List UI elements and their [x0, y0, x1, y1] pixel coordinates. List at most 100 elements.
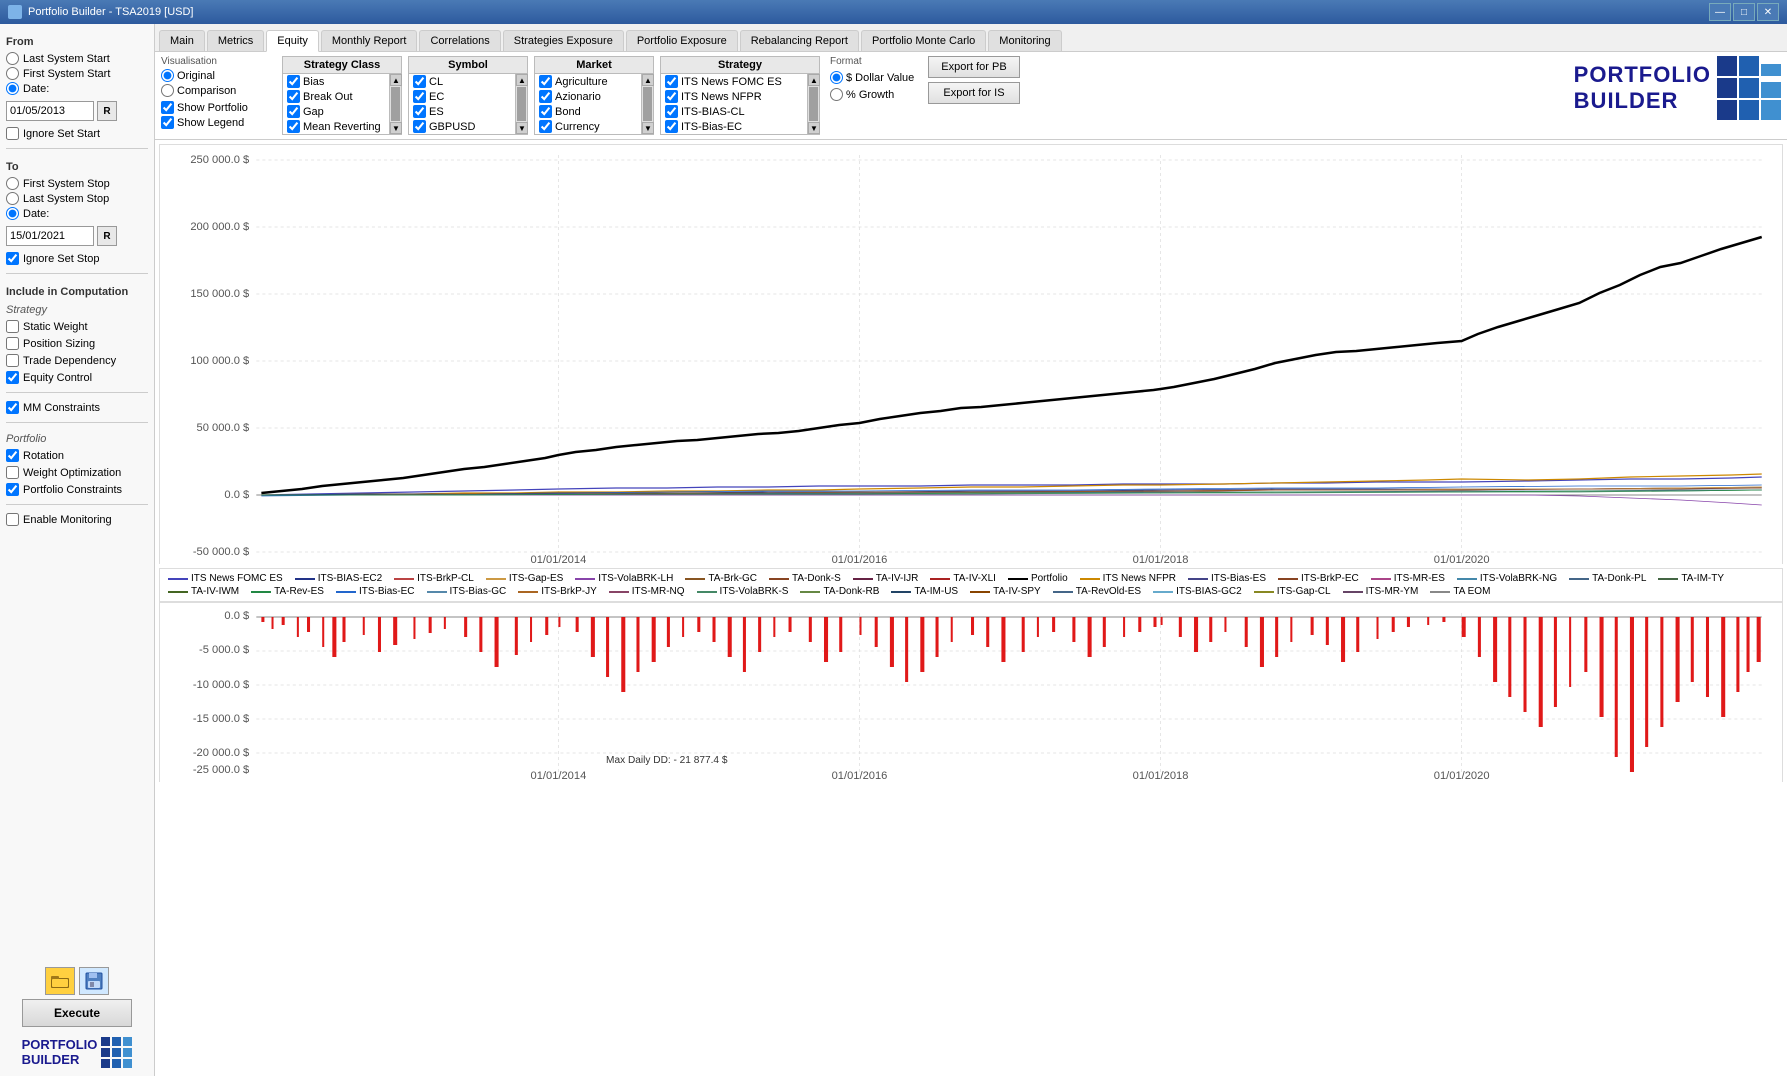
logo-small: PORTFOLIO BUILDER	[22, 1037, 133, 1068]
legend-line-its-brkp-cl	[394, 578, 414, 580]
tab-strategies-exposure[interactable]: Strategies Exposure	[503, 30, 624, 51]
strategy-class-scroll-up[interactable]: ▲	[390, 74, 402, 86]
strategy-class-scroll-thumb[interactable]	[391, 87, 400, 121]
svg-text:-50 000.0 $: -50 000.0 $	[193, 546, 249, 558]
position-sizing-check[interactable]: Position Sizing	[6, 337, 148, 350]
tab-equity[interactable]: Equity	[266, 30, 319, 52]
symbol-scroll-up[interactable]: ▲	[516, 74, 528, 86]
svg-text:100 000.0 $: 100 000.0 $	[190, 355, 249, 367]
show-legend-check[interactable]: Show Legend	[161, 116, 276, 129]
legend-its-news-nfpr: ITS News NFPR	[1080, 573, 1176, 584]
show-portfolio-check[interactable]: Show Portfolio	[161, 101, 276, 114]
format-growth-radio[interactable]: % Growth	[830, 88, 914, 101]
market-azionario[interactable]: Azionario	[535, 89, 641, 104]
strategy-its-news-nfpr[interactable]: ITS News NFPR	[661, 89, 807, 104]
symbol-cl[interactable]: CL	[409, 74, 515, 89]
to-date-reset-button[interactable]: R	[97, 226, 117, 246]
vis-original-radio[interactable]: Original	[161, 69, 276, 82]
from-date-row: R	[6, 101, 148, 121]
from-date-reset-button[interactable]: R	[97, 101, 117, 121]
legend-line-its-news-nfpr	[1080, 578, 1100, 580]
legend-line-ta-iv-iwm	[168, 591, 188, 593]
market-currency[interactable]: Currency	[535, 119, 641, 134]
export-pb-button[interactable]: Export for PB	[928, 56, 1019, 78]
tab-correlations[interactable]: Correlations	[419, 30, 500, 51]
strategy-its-bias-ec[interactable]: ITS-Bias-EC	[661, 119, 807, 134]
strategy-class-mean-reverting[interactable]: Mean Reverting	[283, 119, 389, 134]
weight-optimization-check[interactable]: Weight Optimization	[6, 466, 148, 479]
tab-portfolio-monte-carlo[interactable]: Portfolio Monte Carlo	[861, 30, 986, 51]
legend-its-mr-es: ITS-MR-ES	[1371, 573, 1445, 584]
max-dd-label: Max Daily DD: - 21 877.4 $	[606, 755, 728, 766]
save-button[interactable]	[79, 967, 109, 995]
from-last-system-start[interactable]: Last System Start	[6, 52, 148, 65]
portfolio-constraints-check[interactable]: Portfolio Constraints	[6, 483, 148, 496]
market-scroll-down[interactable]: ▼	[642, 122, 654, 134]
trade-dependency-check[interactable]: Trade Dependency	[6, 354, 148, 367]
svg-text:01/01/2016: 01/01/2016	[832, 770, 888, 782]
market-scroll-thumb[interactable]	[643, 87, 652, 121]
svg-text:-15 000.0 $: -15 000.0 $	[193, 713, 249, 725]
strategy-its-news-fomc-es[interactable]: ITS News FOMC ES	[661, 74, 807, 89]
minimize-button[interactable]: —	[1709, 3, 1731, 21]
market-agriculture[interactable]: Agriculture	[535, 74, 641, 89]
symbol-ec[interactable]: EC	[409, 89, 515, 104]
legend-ta-brk-gc: TA-Brk-GC	[685, 573, 757, 584]
strategy-scroll-thumb[interactable]	[809, 87, 818, 121]
folder-button[interactable]	[45, 967, 75, 995]
to-date-radio[interactable]: Date:	[6, 207, 148, 220]
legend-its-mr-ym: ITS-MR-YM	[1343, 586, 1419, 597]
execute-button[interactable]: Execute	[22, 999, 132, 1027]
rotation-check[interactable]: Rotation	[6, 449, 148, 462]
strategy-class-breakout[interactable]: Break Out	[283, 89, 389, 104]
legend-line-ta-donk-rb	[800, 591, 820, 593]
legend-line-ta-donk-pl	[1569, 578, 1589, 580]
tab-monitoring[interactable]: Monitoring	[988, 30, 1061, 51]
legend-its-gap-cl: ITS-Gap-CL	[1254, 586, 1331, 597]
legend-line-its-bias-gc	[427, 591, 447, 593]
symbol-gbpusd[interactable]: GBPUSD	[409, 119, 515, 134]
strategy-its-bias-cl[interactable]: ITS-BIAS-CL	[661, 104, 807, 119]
static-weight-check[interactable]: Static Weight	[6, 320, 148, 333]
close-button[interactable]: ✕	[1757, 3, 1779, 21]
vis-comparison-radio[interactable]: Comparison	[161, 84, 276, 97]
mm-constraints-check[interactable]: MM Constraints	[6, 401, 148, 414]
market-bond[interactable]: Bond	[535, 104, 641, 119]
strategy-scroll-down[interactable]: ▼	[808, 122, 820, 134]
symbol-es[interactable]: ES	[409, 104, 515, 119]
tab-metrics[interactable]: Metrics	[207, 30, 264, 51]
tab-main[interactable]: Main	[159, 30, 205, 51]
ignore-set-start-check[interactable]: Ignore Set Start	[6, 127, 148, 140]
legend-line-its-volabr-ng	[1457, 578, 1477, 580]
market-scroll-up[interactable]: ▲	[642, 74, 654, 86]
logo-line2: BUILDER	[1574, 88, 1711, 114]
from-date-radio[interactable]: Date:	[6, 82, 148, 95]
tab-rebalancing-report[interactable]: Rebalancing Report	[740, 30, 859, 51]
equity-control-check[interactable]: Equity Control	[6, 371, 148, 384]
svg-text:-5 000.0 $: -5 000.0 $	[199, 644, 249, 656]
strategy-class-gap[interactable]: Gap	[283, 104, 389, 119]
to-date-input[interactable]	[6, 226, 94, 246]
legend-line-its-gap-cl	[1254, 591, 1274, 593]
svg-text:0.0 $: 0.0 $	[224, 610, 249, 622]
ignore-set-stop-check[interactable]: Ignore Set Stop	[6, 252, 148, 265]
maximize-button[interactable]: □	[1733, 3, 1755, 21]
market-list: Agriculture Azionario Bond Currency	[535, 74, 641, 134]
to-last-system-stop[interactable]: Last System Stop	[6, 192, 148, 205]
right-panel: Main Metrics Equity Monthly Report Corre…	[155, 24, 1787, 1076]
export-is-button[interactable]: Export for IS	[928, 82, 1019, 104]
tab-portfolio-exposure[interactable]: Portfolio Exposure	[626, 30, 738, 51]
app-icon	[8, 5, 22, 19]
strategy-class-bias[interactable]: Bias	[283, 74, 389, 89]
to-first-system-stop[interactable]: First System Stop	[6, 177, 148, 190]
symbol-scroll-thumb[interactable]	[517, 87, 526, 121]
tab-monthly-report[interactable]: Monthly Report	[321, 30, 418, 51]
symbol-scroll-down[interactable]: ▼	[516, 122, 528, 134]
format-dollar-radio[interactable]: $ Dollar Value	[830, 71, 914, 84]
strategy-class-scroll-down[interactable]: ▼	[390, 122, 402, 134]
strategy-scroll-up[interactable]: ▲	[808, 74, 820, 86]
from-date-input[interactable]	[6, 101, 94, 121]
enable-monitoring-check[interactable]: Enable Monitoring	[6, 513, 148, 526]
logo-grid	[1717, 56, 1781, 120]
from-first-system-start[interactable]: First System Start	[6, 67, 148, 80]
